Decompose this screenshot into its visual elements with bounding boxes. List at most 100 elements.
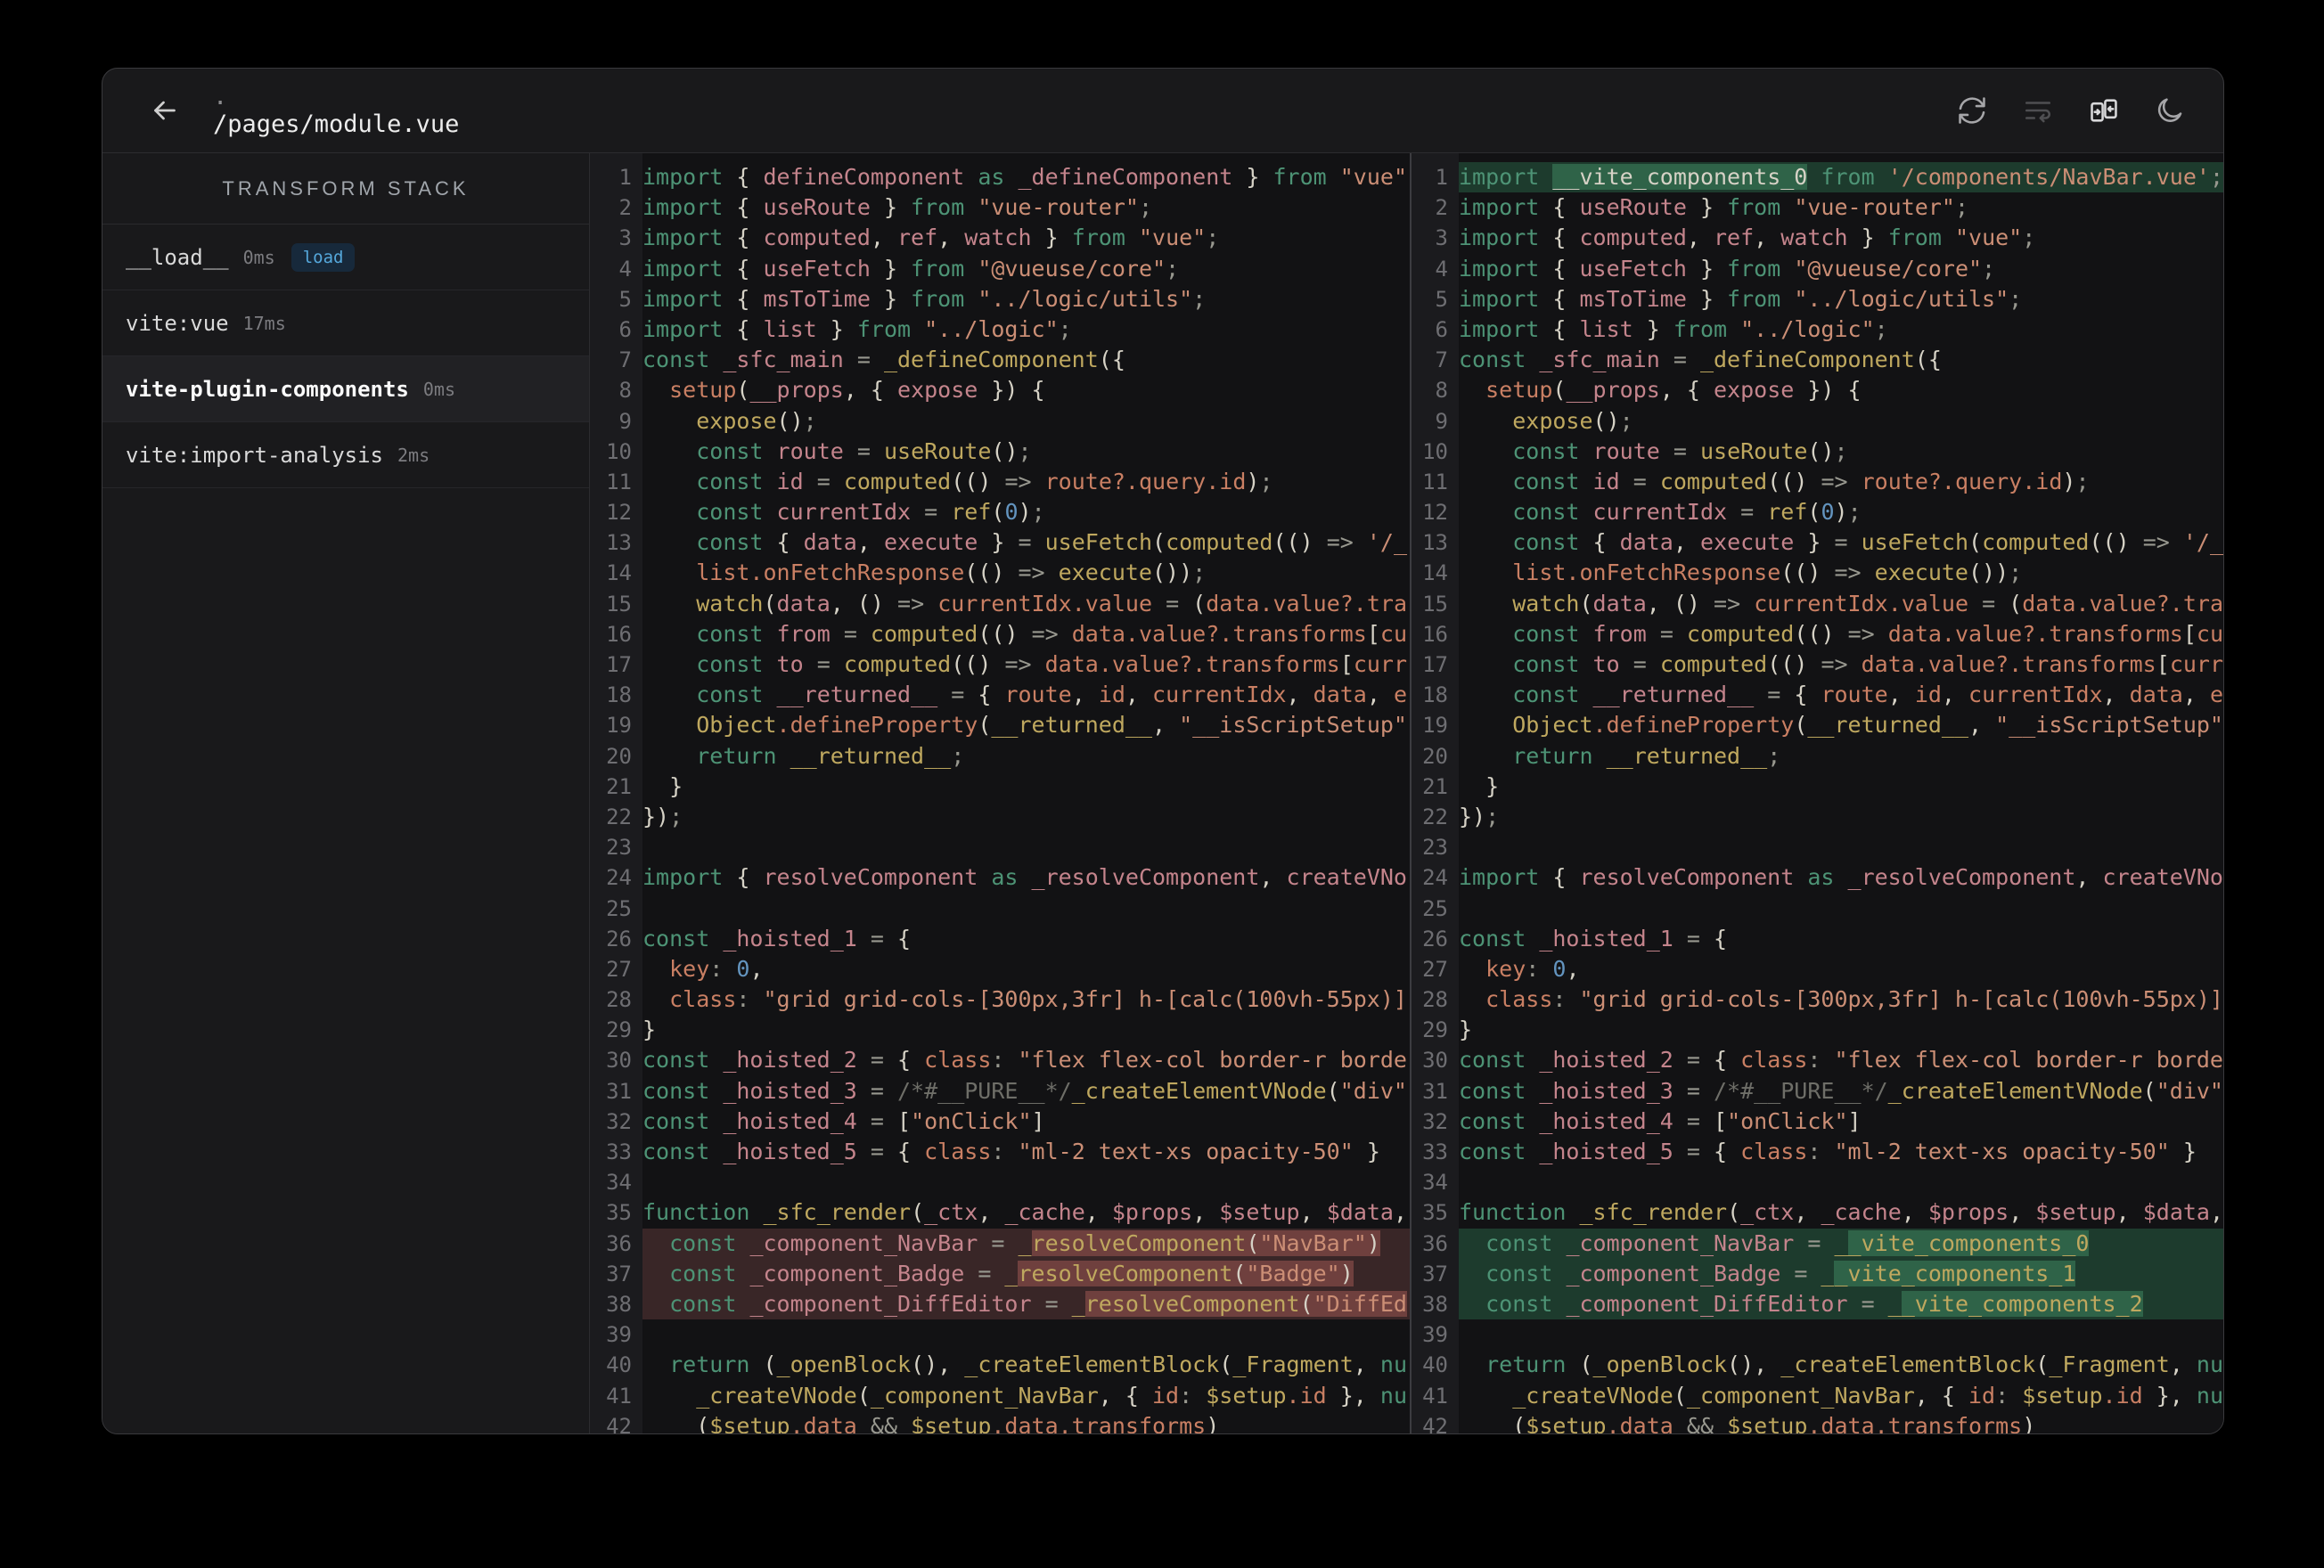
- wrap-lines-icon: [2025, 102, 2051, 123]
- line-number: 19: [1422, 713, 1448, 739]
- line-number: 15: [606, 591, 632, 617]
- code-line: 34: [1412, 1167, 2223, 1197]
- compare-panels-button[interactable]: [2088, 94, 2120, 127]
- line-number: 36: [606, 1230, 632, 1256]
- line-number: 5: [1435, 286, 1448, 312]
- sidebar-item-vite-plugin-components[interactable]: vite-plugin-components 0ms: [102, 356, 589, 422]
- line-number: 36: [1422, 1230, 1448, 1256]
- code-text: return (_openBlock(), _createElementBloc…: [1485, 1352, 2223, 1378]
- code-after: 1 import __vite_components_0 from '/compo…: [1412, 162, 2223, 1433]
- code-line: 35 function _sfc_render(_ctx, _cache, $pr…: [590, 1197, 1410, 1228]
- line-number: 25: [606, 895, 632, 921]
- code-text: const id = computed(() => route?.query.i…: [1512, 468, 2090, 494]
- code-line: 40 return (_openBlock(), _createElementB…: [1412, 1350, 2223, 1380]
- code-line: 35 function _sfc_render(_ctx, _cache, $pr…: [1412, 1197, 2223, 1228]
- line-number: 4: [618, 256, 632, 282]
- line-number: 26: [1422, 926, 1448, 951]
- line-number: 40: [1422, 1352, 1448, 1378]
- code-text: import __vite_components_0 from '/compon…: [1459, 162, 2223, 193]
- code-line: 25: [590, 894, 1410, 924]
- code-text: const _hoisted_4 = ["onClick"]: [1459, 1107, 1862, 1134]
- line-number: 9: [618, 408, 632, 434]
- code-text: }: [1459, 1017, 1473, 1043]
- code-text: }: [1459, 772, 1500, 799]
- code-line: 31 const _hoisted_3 = /*#__PURE__*/_creat…: [1412, 1076, 2223, 1107]
- code-text: import { defineComponent as _defineCompo…: [642, 164, 1408, 190]
- wrap-lines-button[interactable]: [2022, 94, 2054, 127]
- main-content: TRANSFORM STACK __load__ 0ms load vite:v…: [102, 153, 2223, 1433]
- refresh-button[interactable]: [1956, 94, 1988, 127]
- code-line: 11 const id = computed(() => route?.quer…: [1412, 467, 2223, 497]
- code-line: 16 const from = computed(() => data.valu…: [590, 619, 1410, 649]
- code-line: 3 import { computed, ref, watch } from "v…: [1412, 223, 2223, 253]
- plugin-name: vite:import-analysis: [126, 442, 383, 468]
- line-number: 4: [1435, 256, 1448, 282]
- code-line: 12 const currentIdx = ref(0);: [590, 497, 1410, 527]
- code-line: 21 }: [590, 772, 1410, 802]
- transform-stack-sidebar: TRANSFORM STACK __load__ 0ms load vite:v…: [102, 153, 590, 1433]
- code-line: 5 import { msToTime } from "../logic/util…: [1412, 284, 2223, 314]
- code-text: import { msToTime } from "../logic/utils…: [642, 285, 1207, 312]
- code-text: watch(data, () => currentIdx.value = (da…: [1512, 590, 2223, 617]
- line-number: 16: [606, 621, 632, 647]
- line-number: 14: [606, 560, 632, 586]
- filename-prefix: .: [213, 83, 228, 110]
- line-number: 18: [1422, 682, 1448, 708]
- code-text: class: "grid grid-cols-[300px,3fr] h-[ca…: [669, 986, 1407, 1013]
- code-text: ($setup.data && $setup.data.transforms): [1459, 1412, 2036, 1433]
- code-line: 2 import { useRoute } from "vue-router";: [590, 192, 1410, 223]
- dark-mode-moon-icon: [2157, 98, 2182, 122]
- code-panel-before: 1 import { defineComponent as _defineComp…: [590, 153, 1412, 1433]
- filename-text: /pages/module.vue: [213, 110, 460, 138]
- code-line: 33 const _hoisted_5 = { class: "ml-2 text…: [1412, 1137, 2223, 1167]
- line-number: 28: [606, 987, 632, 1013]
- page-title: ./pages/module.vue: [213, 83, 459, 138]
- plugin-name: __load__: [126, 244, 229, 270]
- code-text: const _component_Badge = _resolveCompone…: [642, 1258, 1410, 1289]
- code-text: const from = computed(() => data.value?.…: [696, 620, 1408, 647]
- code-text: setup(__props, { expose }) {: [669, 377, 1045, 404]
- code-line: 9 expose();: [1412, 406, 2223, 437]
- code-text: }: [642, 1017, 657, 1043]
- line-number: 23: [606, 835, 632, 861]
- code-text: });: [642, 803, 683, 829]
- line-number: 7: [618, 347, 632, 373]
- code-line: 10 const route = useRoute();: [1412, 437, 2223, 467]
- code-line: 23: [590, 832, 1410, 862]
- code-line: 30 const _hoisted_2 = { class: "flex flex…: [590, 1045, 1410, 1075]
- code-line: 12 const currentIdx = ref(0);: [1412, 497, 2223, 527]
- code-line: 7 const _sfc_main = _defineComponent({: [1412, 345, 2223, 375]
- line-number: 41: [606, 1383, 632, 1409]
- code-text: const route = useRoute();: [696, 437, 1032, 464]
- code-text: function _sfc_render(_ctx, _cache, $prop…: [1459, 1199, 2223, 1226]
- code-line: 37 const _component_Badge = _resolveComp…: [590, 1258, 1410, 1289]
- code-line: 17 const to = computed(() => data.value?…: [1412, 649, 2223, 680]
- code-line: 39: [1412, 1319, 2223, 1350]
- code-line: 26 const _hoisted_1 = {: [590, 924, 1410, 954]
- line-number: 38: [606, 1291, 632, 1317]
- refresh-icon: [1959, 97, 1985, 124]
- code-text: Object.defineProperty(__returned__, "__i…: [1512, 712, 2223, 739]
- line-number: 29: [606, 1017, 632, 1043]
- plugin-time: 0ms: [422, 378, 456, 400]
- code-text: list.onFetchResponse(() => execute());: [696, 559, 1207, 586]
- code-text: watch(data, () => currentIdx.value = (da…: [696, 590, 1408, 617]
- dark-mode-button[interactable]: [2154, 94, 2186, 127]
- code-text: class: "grid grid-cols-[300px,3fr] h-[ca…: [1485, 986, 2223, 1013]
- code-line: 20 return __returned__;: [1412, 741, 2223, 772]
- code-line: 38 const _component_DiffEditor = __vite_…: [1412, 1288, 2223, 1320]
- sidebar-item-vite-vue[interactable]: vite:vue 17ms: [102, 290, 589, 356]
- line-number: 30: [606, 1048, 632, 1074]
- line-number: 2: [1435, 195, 1448, 221]
- line-number: 27: [1422, 956, 1448, 982]
- line-number: 31: [606, 1078, 632, 1104]
- code-line: 29}: [590, 1015, 1410, 1045]
- back-button[interactable]: [147, 93, 183, 128]
- line-number: 25: [1422, 895, 1448, 921]
- sidebar-item-load[interactable]: __load__ 0ms load: [102, 225, 589, 290]
- code-text: const _hoisted_3 = /*#__PURE__*/_createE…: [642, 1077, 1407, 1104]
- sidebar-item-vite-import-analysis[interactable]: vite:import-analysis 2ms: [102, 422, 589, 488]
- line-number: 37: [606, 1261, 632, 1286]
- code-text: import { useFetch } from "@vueuse/core";: [642, 255, 1180, 282]
